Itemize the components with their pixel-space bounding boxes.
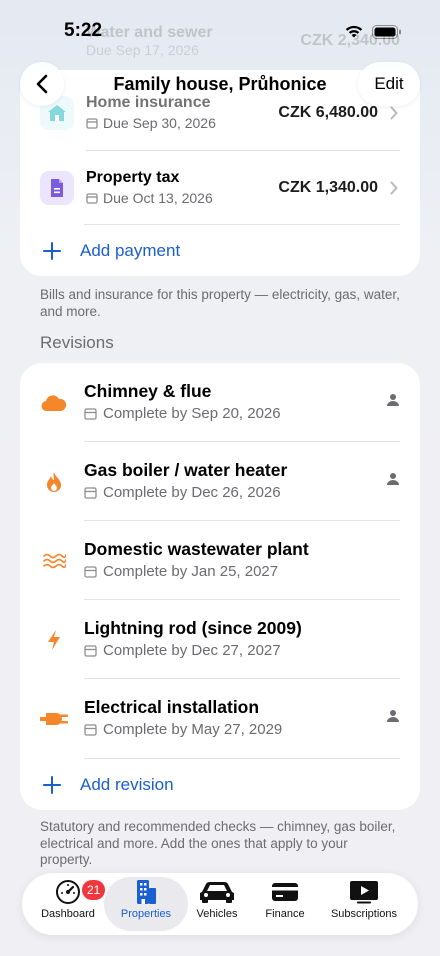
- revision-title: Electrical installation: [84, 697, 260, 717]
- payment-due: Due Oct 13, 2026: [86, 190, 213, 206]
- payments-caption: Bills and insurance for this property — …: [40, 287, 400, 319]
- revision-due-text: Complete by Jan 25, 2027: [103, 563, 279, 580]
- revision-row[interactable]: Gas boiler / water heater Complete by De…: [20, 442, 420, 521]
- revision-row[interactable]: Chimney & flue Complete by Sep 20, 2026: [20, 363, 420, 442]
- tab-bar: Dashboard 21 Properties Vehicles Finance…: [22, 873, 418, 935]
- calendar-icon: [84, 724, 97, 736]
- add-payment-label: Add payment: [80, 241, 181, 260]
- add-payment-button[interactable]: Add payment: [20, 230, 420, 272]
- plus-icon: [43, 242, 61, 260]
- notification-badge: 21: [82, 880, 106, 900]
- chevron-right-icon: [390, 106, 398, 120]
- waves-icon: [40, 547, 68, 575]
- person-icon: [387, 394, 399, 406]
- status-icons: [344, 24, 402, 39]
- tab-properties-label: Properties: [120, 908, 172, 920]
- status-time: 5:22: [64, 20, 103, 41]
- building-icon: [137, 880, 156, 904]
- wifi-icon: [345, 25, 363, 38]
- payment-due-text: Due Oct 13, 2026: [103, 190, 213, 206]
- revision-due-text: Complete by Dec 26, 2026: [103, 484, 281, 501]
- revision-title: Chimney & flue: [84, 381, 212, 401]
- calendar-icon: [84, 645, 97, 657]
- bolt-icon: [40, 626, 68, 654]
- edit-button[interactable]: Edit: [358, 62, 420, 106]
- revisions-caption: Statutory and recommended checks — chimn…: [40, 819, 396, 867]
- revision-row[interactable]: Electrical installation Complete by May …: [20, 679, 420, 758]
- revision-due: Complete by Dec 26, 2026: [84, 484, 281, 501]
- car-icon: [200, 882, 234, 903]
- nav-header: Family house, Průhonice Edit: [0, 62, 440, 108]
- status-bar: 5:22: [0, 0, 440, 62]
- plug-icon: [40, 705, 68, 733]
- calendar-icon: [84, 408, 97, 420]
- tab-subscriptions[interactable]: Subscriptions: [324, 877, 404, 931]
- add-revision-label: Add revision: [80, 775, 174, 794]
- cloud-icon: [40, 389, 68, 417]
- card-icon: [272, 883, 298, 901]
- tab-properties[interactable]: Properties: [104, 877, 188, 931]
- tab-subscriptions-label: Subscriptions: [330, 908, 398, 920]
- person-icon: [387, 473, 399, 485]
- flame-icon: [40, 468, 68, 496]
- calendar-icon: [86, 118, 98, 129]
- payment-due-text: Due Sep 30, 2026: [103, 115, 216, 131]
- revision-due: Complete by Jan 25, 2027: [84, 563, 278, 580]
- revision-row[interactable]: Lightning rod (since 2009) Complete by D…: [20, 600, 420, 679]
- tab-vehicles[interactable]: Vehicles: [180, 877, 254, 931]
- chevron-left-icon: [36, 74, 48, 94]
- calendar-icon: [84, 566, 97, 578]
- revision-title: Domestic wastewater plant: [84, 539, 309, 559]
- gauge-icon: [56, 880, 80, 904]
- revisions-card: Chimney & flue Complete by Sep 20, 2026 …: [20, 363, 420, 810]
- revision-due: Complete by May 27, 2029: [84, 721, 282, 738]
- revisions-section-header: Revisions: [40, 333, 114, 352]
- revision-due-text: Complete by Dec 27, 2027: [103, 642, 281, 659]
- document-icon: [40, 171, 74, 205]
- revision-row[interactable]: Domestic wastewater plant Complete by Ja…: [20, 521, 420, 600]
- payment-title: Property tax: [86, 169, 180, 186]
- tab-dashboard[interactable]: Dashboard 21: [28, 877, 108, 931]
- plus-icon: [43, 776, 61, 794]
- revision-title: Gas boiler / water heater: [84, 460, 288, 480]
- payment-amount: CZK 1,340.00: [278, 179, 378, 196]
- battery-icon: [372, 24, 401, 39]
- tab-vehicles-label: Vehicles: [196, 908, 238, 920]
- calendar-icon: [86, 193, 98, 204]
- add-revision-button[interactable]: Add revision: [20, 763, 420, 807]
- payment-row[interactable]: Property tax Due Oct 13, 2026 CZK 1,340.…: [20, 151, 420, 225]
- person-icon: [387, 710, 399, 722]
- tab-finance-label: Finance: [265, 908, 305, 920]
- back-button[interactable]: [20, 62, 64, 106]
- payment-due: Due Sep 30, 2026: [86, 115, 216, 131]
- divider: [84, 758, 400, 759]
- divider: [84, 224, 400, 225]
- tab-dashboard-label: Dashboard: [41, 908, 95, 920]
- play-icon: [350, 881, 378, 904]
- revision-due: Complete by Dec 27, 2027: [84, 642, 281, 659]
- page-title: Family house, Průhonice: [113, 74, 327, 94]
- chevron-right-icon: [390, 181, 398, 195]
- revision-title: Lightning rod (since 2009): [84, 618, 302, 638]
- revision-due: Complete by Sep 20, 2026: [84, 405, 281, 422]
- calendar-icon: [84, 487, 97, 499]
- revision-due-text: Complete by May 27, 2029: [103, 721, 283, 738]
- tab-finance[interactable]: Finance: [252, 877, 318, 931]
- revision-due-text: Complete by Sep 20, 2026: [103, 405, 281, 422]
